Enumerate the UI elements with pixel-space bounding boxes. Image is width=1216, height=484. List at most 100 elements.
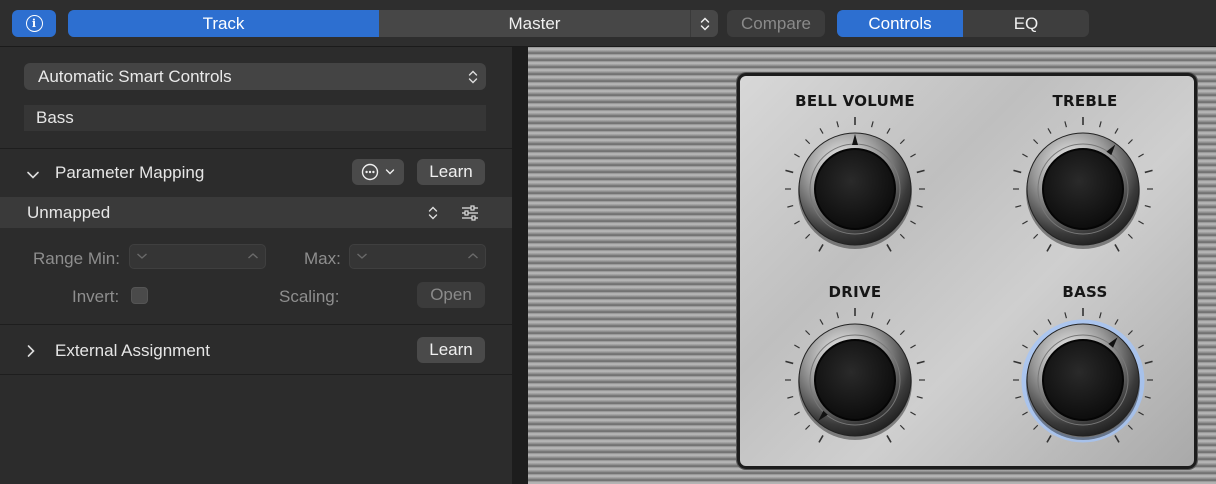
invert-label: Invert: bbox=[72, 287, 120, 306]
knob-tick bbox=[886, 128, 891, 134]
knob-label-drive: DRIVE bbox=[828, 283, 882, 301]
tab-controls[interactable]: Controls bbox=[837, 10, 963, 37]
knob-cap bbox=[1042, 339, 1124, 421]
knob-tick bbox=[1098, 121, 1102, 128]
knob-tick bbox=[1114, 128, 1119, 134]
knob-tick bbox=[794, 153, 800, 158]
smart-controls-inspector: Automatic Smart Controls Bass Parameter … bbox=[0, 47, 512, 484]
knob-tick bbox=[805, 424, 811, 430]
knob-tick bbox=[1144, 204, 1151, 208]
knob-tick bbox=[910, 220, 916, 225]
scaling-open-button[interactable]: Open bbox=[417, 282, 485, 308]
bell-volume-knob[interactable] bbox=[775, 109, 935, 269]
knob-tick bbox=[818, 244, 824, 252]
scaling-label: Scaling: bbox=[279, 287, 340, 306]
knob-tick bbox=[805, 139, 811, 145]
knob-label-bell-volume: BELL VOLUME bbox=[795, 92, 915, 110]
tab-master[interactable]: Master bbox=[379, 10, 690, 37]
mapping-selector[interactable]: Unmapped bbox=[0, 197, 512, 228]
range-max-label: Max: bbox=[304, 249, 341, 268]
knob-tick bbox=[1033, 424, 1039, 430]
knob-tick bbox=[818, 435, 824, 443]
info-icon: i bbox=[25, 15, 43, 32]
knob-tick bbox=[910, 411, 916, 416]
knob-tick bbox=[1127, 139, 1133, 145]
divider bbox=[0, 324, 512, 325]
bass-knob[interactable] bbox=[1003, 300, 1163, 460]
divider bbox=[0, 374, 512, 375]
knob-tick bbox=[794, 411, 800, 416]
knob-tick bbox=[819, 128, 824, 134]
knob-tick bbox=[1033, 330, 1039, 336]
knob-tick bbox=[886, 319, 891, 325]
knob-tick bbox=[1114, 244, 1120, 252]
range-max-select bbox=[349, 244, 486, 269]
knob-tick bbox=[1047, 319, 1052, 325]
compare-button[interactable]: Compare bbox=[727, 10, 825, 37]
sliders-icon[interactable] bbox=[460, 205, 480, 226]
knob-tick bbox=[1046, 435, 1052, 443]
knob-tick bbox=[1022, 220, 1028, 225]
knob-tick bbox=[805, 233, 811, 239]
tab-track[interactable]: Track bbox=[68, 10, 379, 37]
divider bbox=[0, 148, 512, 149]
knob-tick bbox=[1144, 169, 1153, 174]
knob-tick bbox=[870, 312, 874, 319]
knob-tick bbox=[794, 344, 800, 349]
chevron-up-icon bbox=[468, 253, 478, 259]
tab-eq[interactable]: EQ bbox=[963, 10, 1089, 37]
smart-controls-dropdown-label: Automatic Smart Controls bbox=[38, 66, 232, 86]
invert-checkbox[interactable] bbox=[131, 287, 148, 304]
external-assignment-header[interactable]: External Assignment bbox=[55, 341, 210, 361]
knob-tick bbox=[1138, 344, 1144, 349]
smart-controls-dropdown[interactable]: Automatic Smart Controls bbox=[24, 63, 486, 90]
knob-tick bbox=[1015, 395, 1022, 399]
panel-divider[interactable] bbox=[512, 47, 528, 484]
info-button[interactable]: i bbox=[12, 10, 56, 37]
knob-cap bbox=[814, 339, 896, 421]
knob-tick bbox=[1114, 319, 1119, 325]
knob-label-bass: BASS bbox=[1062, 283, 1108, 301]
updown-stepper-icon[interactable] bbox=[690, 10, 718, 37]
knob-cap bbox=[1042, 148, 1124, 230]
knob-tick bbox=[916, 395, 923, 399]
view-selector: Controls EQ bbox=[837, 10, 1089, 37]
ellipsis-circle-icon bbox=[361, 163, 379, 181]
knob-tick bbox=[916, 360, 925, 365]
range-min-select bbox=[129, 244, 266, 269]
range-min-label: Range Min: bbox=[33, 249, 120, 268]
knob-tick bbox=[787, 204, 794, 208]
knob-tick bbox=[1138, 220, 1144, 225]
knob-tick bbox=[785, 169, 794, 174]
header-bar: i Track Master Compare Controls EQ bbox=[0, 0, 1216, 47]
drive-knob[interactable] bbox=[775, 300, 935, 460]
patch-name-field[interactable]: Bass bbox=[24, 105, 486, 131]
treble-knob[interactable] bbox=[1003, 109, 1163, 269]
knob-tick bbox=[899, 233, 905, 239]
chevron-down-icon bbox=[357, 253, 367, 259]
mapping-options-button[interactable] bbox=[352, 159, 404, 185]
knob-tick bbox=[1127, 424, 1133, 430]
knob-tick bbox=[1015, 204, 1022, 208]
chevron-right-icon[interactable] bbox=[26, 344, 36, 363]
knob-tick bbox=[899, 424, 905, 430]
knob-tick bbox=[819, 319, 824, 325]
knob-tick bbox=[1047, 128, 1052, 134]
knob-tick bbox=[836, 121, 840, 128]
knob-tick bbox=[899, 139, 905, 145]
parameter-learn-button[interactable]: Learn bbox=[417, 159, 485, 185]
knob-tick bbox=[1144, 395, 1151, 399]
knob-tick bbox=[1144, 360, 1153, 365]
parameter-mapping-header[interactable]: Parameter Mapping bbox=[55, 163, 204, 183]
knob-tick bbox=[1138, 411, 1144, 416]
knob-tick bbox=[785, 360, 794, 365]
chevron-down-icon[interactable] bbox=[26, 167, 40, 185]
updown-stepper-icon bbox=[468, 69, 478, 90]
knob-tick bbox=[1013, 169, 1022, 174]
chevron-down-icon bbox=[385, 169, 395, 175]
updown-stepper-icon[interactable] bbox=[428, 205, 438, 226]
knob-tick bbox=[1022, 411, 1028, 416]
external-learn-button[interactable]: Learn bbox=[417, 337, 485, 363]
knob-tick bbox=[1022, 153, 1028, 158]
track-master-selector: Track Master bbox=[68, 10, 718, 37]
